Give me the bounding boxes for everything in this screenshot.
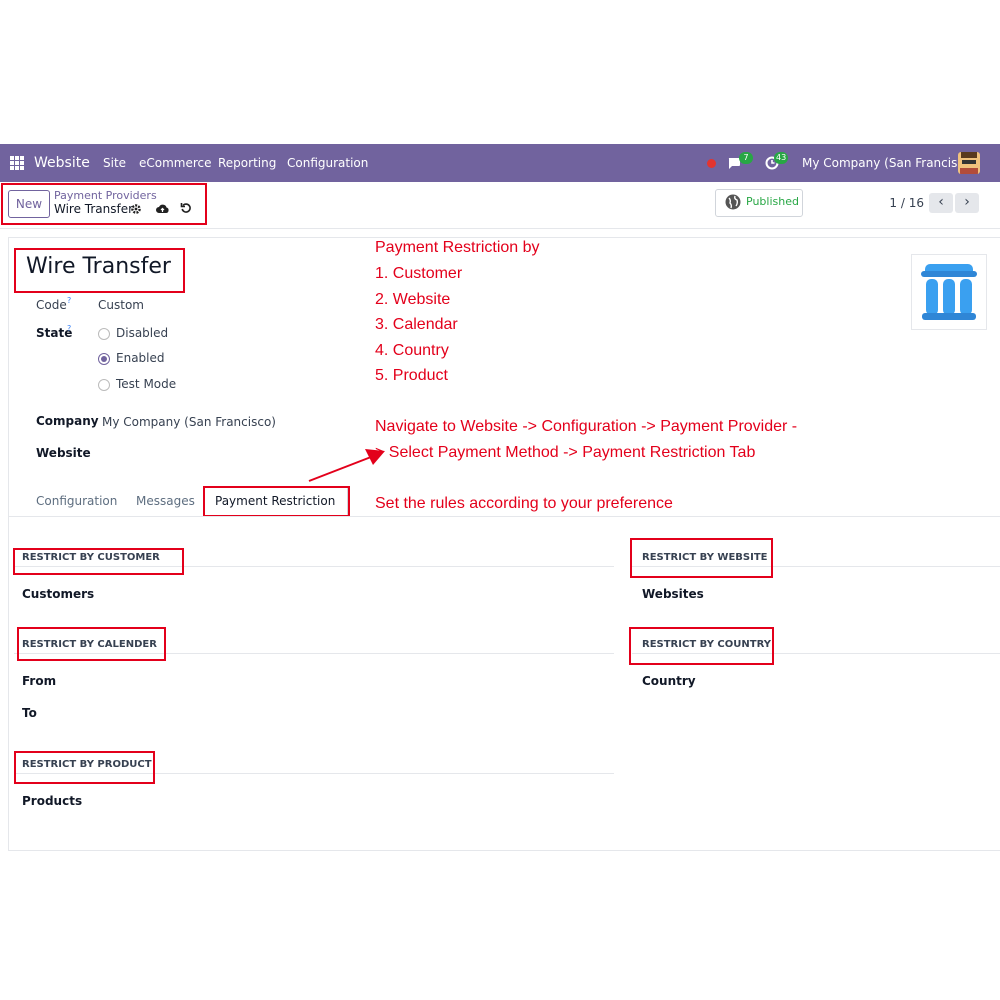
annotation-nav-line-2: > Select Payment Method -> Payment Restr…: [375, 444, 756, 461]
state-test-mode-radio[interactable]: [98, 379, 110, 391]
status-dot-icon: [707, 159, 716, 168]
state-disabled-radio[interactable]: [98, 328, 110, 340]
company-label: Company: [36, 414, 99, 428]
products-field-label: Products: [22, 794, 83, 808]
app-name[interactable]: Website: [34, 144, 90, 182]
published-label: Published: [746, 195, 799, 208]
annotation-box-product: [14, 751, 155, 784]
country-field-label: Country: [642, 674, 696, 688]
annotation-item-calendar: 3. Calendar: [375, 316, 458, 333]
top-navbar: Website Site eCommerce Reporting Configu…: [0, 144, 1000, 182]
apps-menu-icon[interactable]: [10, 156, 24, 170]
annotation-item-customer: 1. Customer: [375, 265, 463, 282]
from-field-label: From: [22, 674, 57, 688]
state-test-mode-label[interactable]: Test Mode: [116, 377, 176, 391]
pager-next-button[interactable]: ›: [955, 193, 979, 213]
globe-icon: [725, 194, 741, 210]
code-value[interactable]: Custom: [98, 298, 144, 312]
annotation-box-customer: [13, 548, 184, 575]
website-label: Website: [36, 446, 91, 460]
customers-field-label: Customers: [22, 587, 95, 601]
annotation-heading: Payment Restriction by: [375, 239, 540, 256]
menu-configuration[interactable]: Configuration: [287, 144, 368, 182]
annotation-nav-line-1: Navigate to Website -> Configuration -> …: [375, 418, 798, 435]
bank-icon: [921, 264, 977, 320]
company-field[interactable]: My Company (San Francisco): [102, 415, 276, 429]
user-avatar[interactable]: [958, 152, 980, 174]
annotation-box-country: [629, 627, 774, 665]
websites-field-label: Websites: [642, 587, 704, 601]
state-enabled-radio[interactable]: [98, 353, 110, 365]
menu-ecommerce[interactable]: eCommerce: [139, 144, 212, 182]
annotation-box-title: [14, 248, 185, 293]
code-help-icon[interactable]: ?: [67, 296, 71, 305]
tab-divider: [9, 516, 1000, 517]
company-switcher[interactable]: My Company (San Francisco): [802, 144, 976, 182]
annotation-box-website: [630, 538, 773, 578]
annotation-box-breadcrumb: [1, 183, 207, 225]
state-disabled-label[interactable]: Disabled: [116, 326, 168, 340]
to-field-label: To: [22, 706, 37, 720]
annotation-box-calendar: [17, 627, 166, 661]
menu-reporting[interactable]: Reporting: [218, 144, 276, 182]
pager-previous-button[interactable]: ‹: [929, 193, 953, 213]
code-label: Code: [36, 298, 67, 312]
state-enabled-label[interactable]: Enabled: [116, 351, 165, 365]
annotation-rules: Set the rules according to your preferen…: [375, 495, 673, 512]
annotation-arrow-icon: [308, 449, 385, 482]
state-help-icon[interactable]: ?: [67, 324, 71, 333]
tab-configuration[interactable]: Configuration: [36, 494, 117, 508]
annotation-item-product: 5. Product: [375, 367, 448, 384]
annotation-item-country: 4. Country: [375, 342, 449, 359]
menu-site[interactable]: Site: [103, 144, 126, 182]
chat-count-badge: 7: [739, 152, 753, 164]
tab-messages[interactable]: Messages: [136, 494, 195, 508]
pager-value[interactable]: 1 / 16: [880, 196, 924, 210]
provider-image[interactable]: [911, 254, 987, 330]
activity-count-badge: 43: [774, 152, 789, 164]
annotation-item-website: 2. Website: [375, 291, 451, 308]
annotation-box-tab: [203, 486, 350, 517]
